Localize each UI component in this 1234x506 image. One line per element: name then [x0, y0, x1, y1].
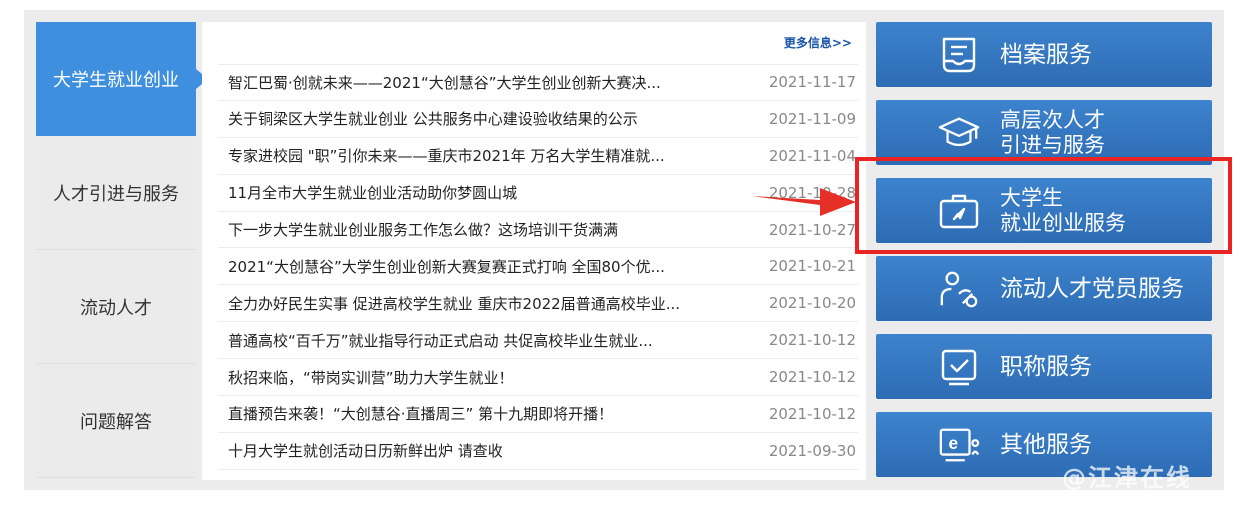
news-row[interactable]: 2021“大创慧谷”大学生创业创新大赛复赛正式打响 全国80个优... 2021-…	[218, 248, 858, 286]
tab-faq[interactable]: 问题解答	[36, 364, 196, 478]
news-date: 2021-11-04	[768, 146, 856, 165]
service-label: 职称服务	[1000, 353, 1092, 380]
service-label-line1: 高层次人才	[1000, 107, 1105, 132]
news-title[interactable]: 秋招来临，“带岗实训营”助力大学生就业！	[218, 367, 514, 388]
news-title[interactable]: 关于铜梁区大学生就业创业 公共服务中心建设验收结果的公示	[218, 108, 638, 129]
tab-graduate-employment[interactable]: 大学生就业创业	[36, 22, 208, 136]
e-service-icon: e	[938, 424, 980, 466]
news-date: 2021-09-30	[768, 441, 856, 460]
news-row[interactable]: 普通高校“百千万”就业指导行动正式启动 共促高校毕业生就业... 2021-10-…	[218, 322, 858, 360]
news-row[interactable]: 全力办好民生实事 促进高校学生就业 重庆市2022届普通高校毕业... 2021-…	[218, 285, 858, 323]
news-date: 2021-11-17	[768, 73, 856, 92]
news-row[interactable]: 十月大学生就创活动日历新鲜出炉 请查收 2021-09-30	[218, 433, 858, 470]
news-title[interactable]: 11月全市大学生就业创业活动助你梦圆山城	[218, 182, 517, 203]
pointer-arrow-icon	[752, 188, 856, 216]
news-row[interactable]: 秋招来临，“带岗实训营”助力大学生就业！ 2021-10-12	[218, 359, 858, 397]
news-row[interactable]: 智汇巴蜀·创就未来——2021“大创慧谷”大学生创业创新大赛决... 2021-1…	[218, 64, 858, 101]
news-date: 2021-10-12	[768, 404, 856, 423]
highlight-box	[855, 157, 1232, 254]
news-title[interactable]: 下一步大学生就业创业服务工作怎么做？这场培训干货满满	[218, 219, 618, 240]
news-list-panel: 更多信息>> 智汇巴蜀·创就未来——2021“大创慧谷”大学生创业创新大赛决..…	[202, 22, 866, 480]
tab-label: 大学生就业创业	[53, 70, 179, 91]
news-date: 2021-10-12	[768, 368, 856, 387]
archive-icon	[938, 34, 980, 76]
tab-label: 问题解答	[80, 411, 152, 433]
news-date: 2021-10-27	[768, 220, 856, 239]
news-title[interactable]: 全力办好民生实事 促进高校学生就业 重庆市2022届普通高校毕业...	[218, 293, 680, 314]
service-label: 其他服务	[1000, 431, 1092, 458]
graduation-cap-icon	[938, 112, 980, 154]
archive-service-button[interactable]: 档案服务	[876, 22, 1212, 87]
news-title[interactable]: 专家进校园 "职”引你未来——重庆市2021年 万名大学生精准就...	[218, 145, 665, 166]
service-label: 流动人才党员服务	[1000, 275, 1184, 302]
news-title[interactable]: 十月大学生就创活动日历新鲜出炉 请查收	[218, 440, 503, 461]
news-date: 2021-10-12	[768, 331, 856, 350]
checkbox-icon	[938, 346, 980, 388]
news-row[interactable]: 直播预告来袭！“大创慧谷·直播周三” 第十九期即将开播！ 2021-10-12	[218, 396, 858, 433]
news-date: 2021-10-21	[768, 257, 856, 276]
party-member-icon	[938, 268, 980, 310]
more-info-link[interactable]: 更多信息>>	[784, 34, 852, 51]
service-label: 档案服务	[1000, 41, 1092, 68]
service-buttons: 档案服务 高层次人才 引进与服务 大学生 就业创业服务 流动人才党员服务 职称服…	[876, 22, 1212, 490]
tab-mobile-talent[interactable]: 流动人才	[36, 250, 196, 364]
svg-text:e: e	[949, 432, 959, 452]
watermark: @江津在线	[1062, 464, 1192, 492]
news-title[interactable]: 直播预告来袭！“大创慧谷·直播周三” 第十九期即将开播！	[218, 403, 613, 424]
news-row[interactable]: 专家进校园 "职”引你未来——重庆市2021年 万名大学生精准就... 2021-…	[218, 138, 858, 175]
news-date: 2021-10-20	[768, 294, 856, 313]
news-title[interactable]: 普通高校“百千万”就业指导行动正式启动 共促高校毕业生就业...	[218, 330, 653, 351]
title-service-button[interactable]: 职称服务	[876, 334, 1212, 399]
category-tabs: 大学生就业创业 人才引进与服务 流动人才 问题解答	[36, 22, 208, 478]
news-title[interactable]: 智汇巴蜀·创就未来——2021“大创慧谷”大学生创业创新大赛决...	[218, 72, 661, 93]
party-member-service-button[interactable]: 流动人才党员服务	[876, 256, 1212, 321]
high-level-talent-button[interactable]: 高层次人才 引进与服务	[876, 100, 1212, 165]
news-title[interactable]: 2021“大创慧谷”大学生创业创新大赛复赛正式打响 全国80个优...	[218, 256, 665, 277]
news-list: 智汇巴蜀·创就未来——2021“大创慧谷”大学生创业创新大赛决... 2021-1…	[218, 64, 858, 470]
news-row[interactable]: 关于铜梁区大学生就业创业 公共服务中心建设验收结果的公示 2021-11-09	[218, 101, 858, 138]
tab-label: 人才引进与服务	[53, 183, 179, 205]
service-label-line2: 引进与服务	[1000, 132, 1105, 157]
tab-talent-introduction[interactable]: 人才引进与服务	[36, 136, 196, 250]
news-date: 2021-11-09	[768, 109, 856, 128]
tab-label: 流动人才	[80, 297, 152, 319]
